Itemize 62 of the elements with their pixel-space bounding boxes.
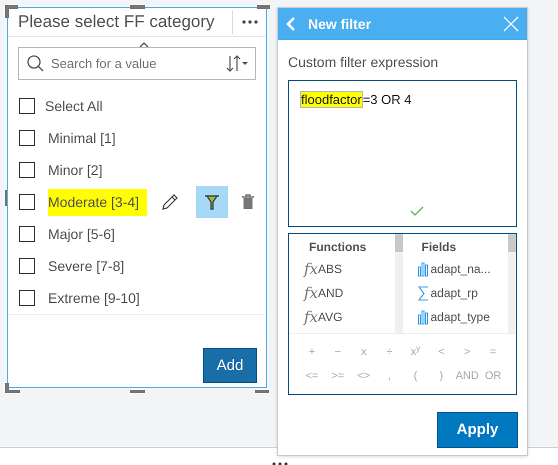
more-icon bbox=[242, 20, 258, 24]
function-item[interactable]: fxABS bbox=[289, 257, 394, 281]
operator-button[interactable]: > bbox=[454, 344, 480, 360]
search-icon bbox=[27, 55, 44, 72]
column-heading: Fields bbox=[422, 239, 458, 256]
sigma-icon bbox=[418, 286, 428, 300]
apply-button[interactable]: Apply bbox=[437, 412, 518, 448]
column-heading: Functions bbox=[309, 239, 368, 256]
checkbox[interactable] bbox=[19, 226, 35, 242]
operator-button[interactable]: + bbox=[299, 344, 325, 360]
resize-handle[interactable] bbox=[255, 390, 269, 393]
bar-chart-icon bbox=[418, 262, 428, 276]
function-item[interactable]: fxAVG bbox=[289, 305, 394, 329]
category-label[interactable]: Major [5-6] bbox=[48, 224, 115, 245]
add-button[interactable]: Add bbox=[203, 348, 257, 384]
scrollbar-thumb[interactable] bbox=[394, 234, 402, 252]
scrollbar[interactable] bbox=[508, 234, 516, 333]
resize-handle[interactable] bbox=[5, 5, 18, 18]
category-label[interactable]: Severe [7-8] bbox=[48, 256, 124, 277]
filter-button[interactable] bbox=[196, 186, 228, 218]
category-label[interactable]: Moderate [3-4] bbox=[48, 188, 148, 216]
category-label[interactable]: Extreme [9-10] bbox=[48, 288, 140, 309]
field-item[interactable]: adapt_rp bbox=[402, 281, 508, 305]
bar-chart-icon bbox=[418, 310, 428, 324]
category-label[interactable]: Minor [2] bbox=[48, 160, 102, 181]
function-item[interactable]: fxAND bbox=[289, 281, 394, 305]
sort-button[interactable] bbox=[226, 54, 248, 72]
field-item[interactable]: adapt_na... bbox=[402, 257, 508, 281]
resize-handle[interactable] bbox=[5, 190, 7, 206]
scrollbar[interactable] bbox=[394, 234, 402, 333]
card-title: Please select FF category bbox=[18, 11, 215, 34]
collapse-icon[interactable] bbox=[139, 42, 149, 48]
funnel-icon bbox=[204, 194, 220, 210]
resize-handle[interactable] bbox=[130, 390, 145, 393]
operator-button[interactable]: , bbox=[376, 368, 402, 384]
pencil-icon bbox=[161, 193, 179, 212]
operator-button[interactable]: x$^{y}$ bbox=[402, 344, 428, 360]
select-all-label[interactable]: Select All bbox=[45, 96, 103, 117]
resize-handle[interactable] bbox=[130, 5, 145, 9]
expression-text: floodfactor=3 OR 4 bbox=[300, 90, 412, 110]
expression-field[interactable]: floodfactor=3 OR 4 bbox=[288, 80, 517, 227]
checkbox[interactable] bbox=[19, 162, 35, 178]
field-item[interactable]: adapt_type bbox=[402, 305, 508, 329]
close-icon bbox=[503, 16, 519, 32]
panel-title: New filter bbox=[308, 14, 372, 34]
checkbox[interactable] bbox=[19, 290, 35, 306]
checkbox[interactable] bbox=[19, 98, 35, 114]
trash-icon bbox=[241, 194, 255, 210]
category-label[interactable]: Minimal [1] bbox=[48, 128, 116, 149]
scrollbar-thumb[interactable] bbox=[508, 234, 516, 252]
sort-icon bbox=[226, 54, 248, 72]
resize-handle[interactable] bbox=[257, 5, 270, 9]
expression-label: Custom filter expression bbox=[288, 53, 440, 72]
back-icon bbox=[286, 17, 296, 31]
checkbox[interactable] bbox=[19, 130, 35, 146]
resize-handle[interactable] bbox=[5, 383, 20, 393]
operator-button[interactable]: < bbox=[428, 344, 454, 360]
operator-button[interactable]: <> bbox=[350, 368, 377, 384]
checkbox[interactable] bbox=[19, 258, 35, 274]
search-field[interactable]: Search for a value bbox=[18, 47, 256, 80]
operator-button[interactable]: x bbox=[350, 344, 377, 360]
checkbox[interactable] bbox=[19, 194, 35, 210]
